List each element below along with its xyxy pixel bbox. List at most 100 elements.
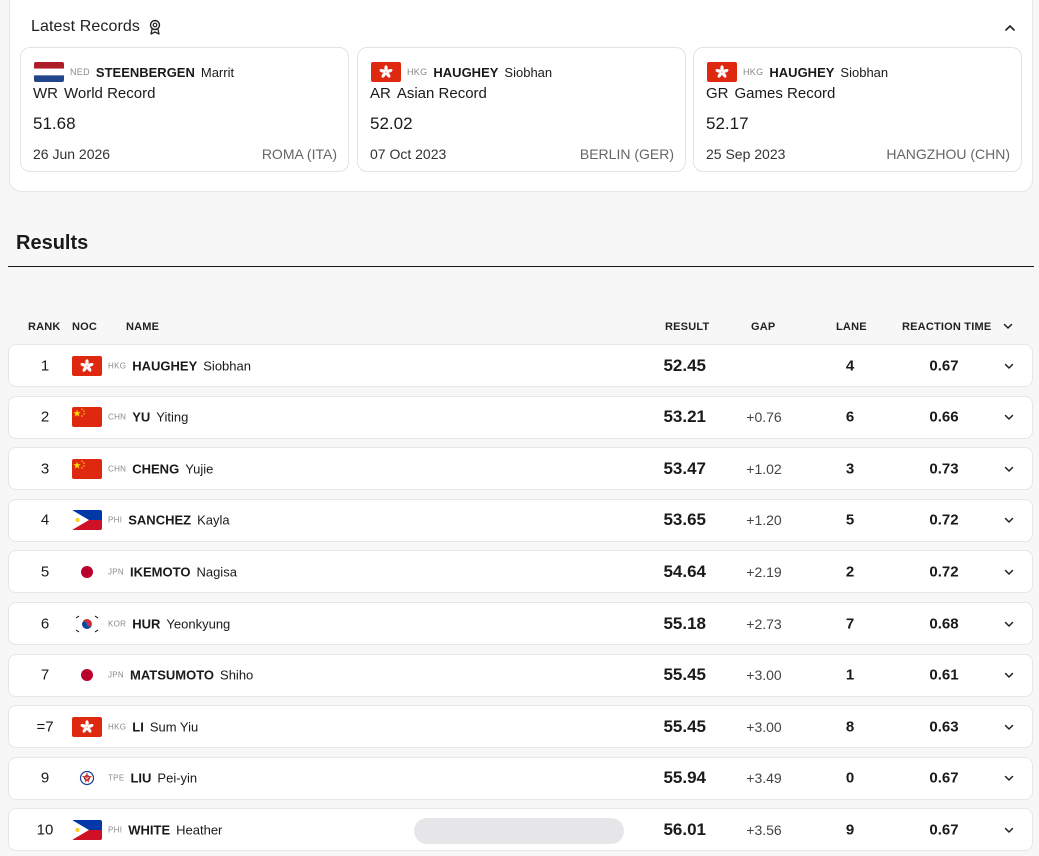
- row-lane: 9: [845, 821, 855, 839]
- row-surname: SANCHEZ: [128, 512, 192, 528]
- result-row[interactable]: 4 PHI SANCHEZ Kayla 53.65 +1.20 5 0.72: [8, 498, 1033, 542]
- record-surname: STEENBERGEN: [95, 64, 195, 80]
- result-row[interactable]: 3 CHN CHENG Yujie 53.47 +1.02 3 0.73: [8, 447, 1033, 491]
- row-lane: 2: [845, 563, 855, 581]
- row-given-name: Sum Yiu: [149, 719, 199, 735]
- record-card[interactable]: NED STEENBERGEN Marrit WR World Record 51.68 2…: [20, 47, 349, 172]
- row-noc: PHI: [108, 515, 123, 525]
- row-gap: +3.00: [746, 667, 782, 684]
- result-row[interactable]: 2 CHN YU Yiting 53.21 +0.76 6 0.66: [8, 395, 1033, 439]
- chevron-down-icon[interactable]: [1002, 359, 1016, 373]
- row-surname: HAUGHEY: [132, 358, 198, 373]
- row-given-name: Pei-yin: [157, 770, 198, 786]
- record-type: WR World Record: [33, 85, 155, 102]
- row-result: 53.21: [663, 407, 706, 427]
- row-given-name: Yiting: [156, 409, 189, 425]
- result-row[interactable]: 6 KOR HUR Yeonkyung 55.18 +2.73 7 0.68: [8, 602, 1033, 645]
- row-reaction-time: 0.67: [929, 357, 959, 374]
- result-row[interactable]: 9 TPE LIU Pei-yin 55.94 +3.49 0 0.67: [8, 756, 1033, 800]
- record-noc: NED: [70, 67, 90, 77]
- row-athlete: PHI WHITE Heather: [108, 822, 222, 837]
- row-reaction-time: 0.72: [929, 511, 959, 529]
- chevron-down-icon[interactable]: [1002, 720, 1016, 734]
- record-date: 25 Sep 2023: [706, 146, 786, 162]
- row-reaction-time: 0.67: [929, 769, 959, 787]
- row-given-name: Siobhan: [203, 358, 251, 373]
- record-date: 26 Jun 2026: [33, 146, 111, 162]
- chevron-down-icon[interactable]: [1002, 823, 1016, 837]
- chevron-down-icon[interactable]: [1002, 668, 1016, 682]
- row-lane: 1: [845, 666, 855, 684]
- flag-jpn-icon: [72, 561, 102, 582]
- row-athlete: CHN YU Yiting: [108, 410, 188, 425]
- latest-records-header: Latest Records: [31, 18, 162, 36]
- row-gap: +2.73: [746, 615, 782, 632]
- record-card[interactable]: HKG HAUGHEY Siobhan GR Games Record 52.17 25 S…: [693, 47, 1022, 172]
- row-result: 53.47: [663, 458, 706, 478]
- result-row[interactable]: =7 HKG LI Sum Yiu 55.45 +3.00 8 0.63: [8, 705, 1033, 749]
- expand-all-chevron-icon[interactable]: [1001, 319, 1015, 333]
- flag-chn-icon: [72, 458, 102, 479]
- row-given-name: Heather: [176, 822, 223, 838]
- flag-kor-icon: [72, 613, 102, 634]
- record-athlete: HKG HAUGHEY Siobhan: [707, 62, 888, 82]
- chevron-down-icon[interactable]: [1002, 410, 1016, 424]
- result-row[interactable]: 1 HKG HAUGHEY Siobhan 52.45 4 0.67: [8, 344, 1033, 387]
- header-rank[interactable]: RANK: [28, 321, 61, 333]
- record-type-label: Asian Record: [396, 85, 487, 102]
- flag-ned-icon: [34, 62, 64, 82]
- record-type: GR Games Record: [706, 85, 835, 102]
- row-athlete: JPN IKEMOTO Nagisa: [108, 564, 237, 579]
- chevron-down-icon[interactable]: [1002, 565, 1016, 579]
- row-noc: TPE: [108, 773, 125, 783]
- row-result: 53.65: [663, 510, 706, 530]
- chevron-down-icon[interactable]: [1002, 462, 1016, 476]
- flag-tpe-icon: [72, 768, 102, 789]
- header-noc[interactable]: NOC: [72, 321, 97, 333]
- row-athlete: KOR HUR Yeonkyung: [108, 616, 230, 631]
- row-athlete: HKG LI Sum Yiu: [108, 719, 198, 734]
- row-noc: KOR: [108, 619, 127, 628]
- row-given-name: Shiho: [220, 667, 254, 683]
- record-given-name: Siobhan: [504, 64, 553, 80]
- row-reaction-time: 0.73: [929, 460, 959, 478]
- row-given-name: Yujie: [185, 461, 214, 477]
- header-result[interactable]: RESULT: [665, 321, 709, 333]
- record-value: 52.17: [706, 114, 749, 133]
- row-noc: HKG: [108, 361, 127, 370]
- row-lane: 3: [845, 460, 855, 478]
- flag-hkg-icon: [707, 62, 737, 82]
- row-reaction-time: 0.67: [929, 821, 959, 839]
- record-card[interactable]: HKG HAUGHEY Siobhan AR Asian Record 52.02 07 O…: [357, 47, 686, 172]
- result-row[interactable]: 5 JPN IKEMOTO Nagisa 54.64 +2.19 2 0.72: [8, 550, 1033, 594]
- header-lane[interactable]: LANE: [836, 321, 867, 333]
- row-result: 52.45: [663, 355, 706, 375]
- flag-chn-icon: [72, 407, 102, 428]
- row-reaction-time: 0.61: [929, 666, 959, 684]
- results-title: Results: [16, 232, 89, 254]
- row-athlete: JPN MATSUMOTO Shiho: [108, 668, 253, 683]
- row-rank: 4: [40, 511, 50, 529]
- result-row[interactable]: 7 JPN MATSUMOTO Shiho 55.45 +3.00 1 0.61: [8, 653, 1033, 697]
- row-given-name: Nagisa: [196, 564, 237, 580]
- header-name[interactable]: NAME: [126, 321, 159, 333]
- row-noc: JPN: [108, 567, 125, 577]
- chevron-up-icon[interactable]: [1002, 20, 1018, 36]
- medal-icon: [148, 19, 162, 35]
- row-surname: LI: [132, 719, 144, 735]
- chevron-down-icon[interactable]: [1002, 771, 1016, 785]
- row-lane: 8: [845, 718, 855, 736]
- record-surname: HAUGHEY: [769, 64, 835, 80]
- overlay-watermark: [414, 818, 624, 844]
- chevron-down-icon[interactable]: [1002, 617, 1016, 631]
- row-gap: +0.76: [746, 409, 782, 426]
- row-surname: WHITE: [128, 822, 171, 838]
- header-reaction-time[interactable]: REACTION TIME: [902, 321, 991, 333]
- record-given-name: Marrit: [200, 64, 235, 80]
- row-surname: IKEMOTO: [130, 564, 191, 580]
- row-noc: JPN: [108, 670, 125, 680]
- header-gap[interactable]: GAP: [751, 321, 775, 333]
- chevron-down-icon[interactable]: [1002, 513, 1016, 527]
- row-rank: 2: [40, 408, 50, 426]
- row-lane: 4: [845, 357, 855, 374]
